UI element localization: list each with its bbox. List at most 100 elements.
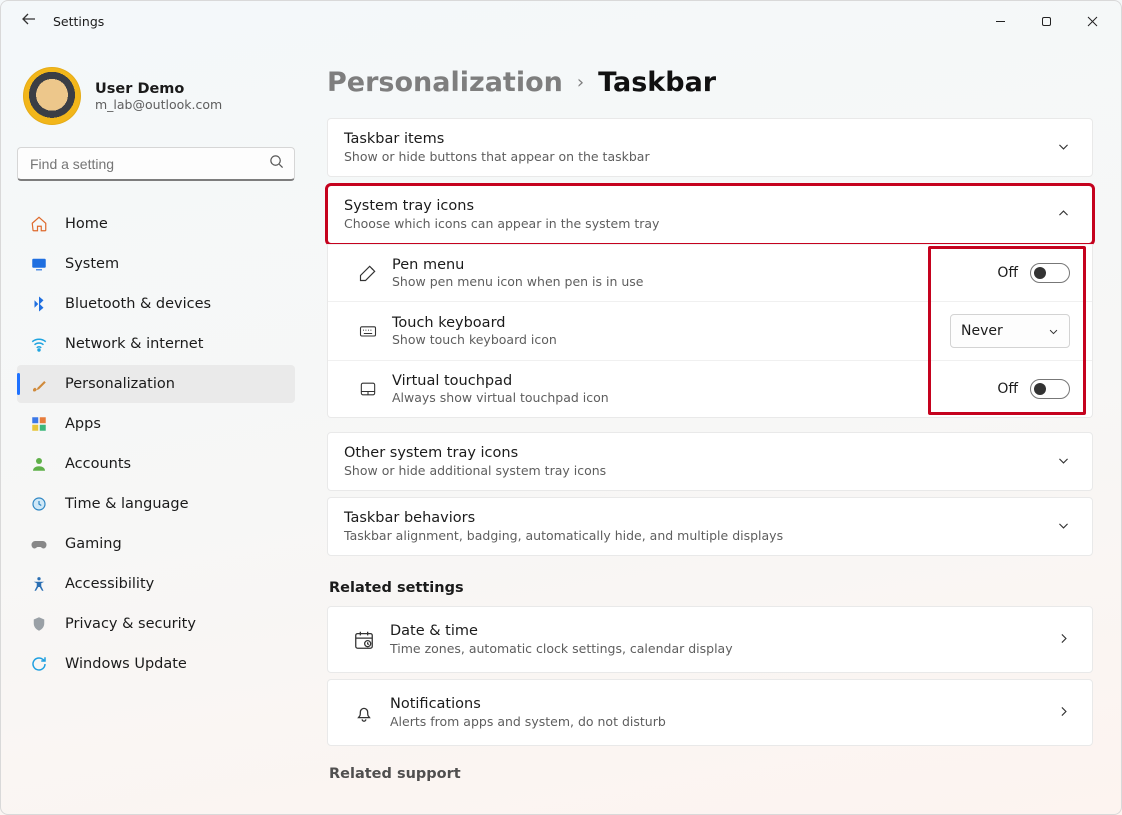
nav-label: Network & internet [65,336,203,352]
page-title: Taskbar [598,67,716,98]
nav-label: Bluetooth & devices [65,296,211,312]
nav-home[interactable]: Home [17,205,295,243]
shield-icon [29,614,49,634]
search-box[interactable] [17,147,295,181]
toggle-state: Off [997,381,1018,397]
nav-label: Time & language [65,496,189,512]
card-sub: Alerts from apps and system, do not dist… [390,714,1057,729]
breadcrumb-parent[interactable]: Personalization [327,67,563,98]
nav-accessibility[interactable]: Accessibility [17,565,295,603]
chevron-up-icon [1057,205,1070,224]
row-sub: Show pen menu icon when pen is in use [392,274,997,289]
back-button[interactable] [15,11,43,31]
update-icon [29,654,49,674]
user-block[interactable]: User Demo m_lab@outlook.com [17,53,295,147]
window-title: Settings [53,14,977,29]
paintbrush-icon [29,374,49,394]
row-title: Touch keyboard [392,315,950,331]
nav-label: Gaming [65,536,122,552]
card-title: Taskbar behaviors [344,510,1057,526]
nav-label: Apps [65,416,101,432]
apps-icon [29,414,49,434]
touch-keyboard-select[interactable]: Never [950,314,1070,348]
toggle-state: Off [997,265,1018,281]
breadcrumb: Personalization › Taskbar [327,51,1093,118]
wifi-icon [29,334,49,354]
card-other-tray-icons[interactable]: Other system tray icons Show or hide add… [327,432,1093,491]
virtual-touchpad-toggle[interactable] [1030,379,1070,399]
card-sub: Choose which icons can appear in the sys… [344,216,1057,231]
card-sub: Show or hide additional system tray icon… [344,463,1057,478]
nav-label: Accounts [65,456,131,472]
content: Personalization › Taskbar Taskbar items … [309,41,1121,814]
card-date-time[interactable]: Date & time Time zones, automatic clock … [327,606,1093,673]
nav-privacy[interactable]: Privacy & security [17,605,295,643]
row-title: Virtual touchpad [392,373,997,389]
nav-label: System [65,256,119,272]
card-title: System tray icons [344,198,1057,214]
card-system-tray-body: Pen menu Show pen menu icon when pen is … [327,244,1093,418]
card-sub: Time zones, automatic clock settings, ca… [390,641,1057,656]
nav-apps[interactable]: Apps [17,405,295,443]
row-sub: Always show virtual touchpad icon [392,390,997,405]
nav-label: Personalization [65,376,175,392]
user-name: User Demo [95,81,222,97]
home-icon [29,214,49,234]
chevron-down-icon [1057,517,1070,536]
gaming-icon [29,534,49,554]
nav-label: Windows Update [65,656,187,672]
nav-label: Privacy & security [65,616,196,632]
card-system-tray-header[interactable]: System tray icons Choose which icons can… [327,185,1093,244]
touchpad-icon [348,379,388,399]
pen-menu-toggle[interactable] [1030,263,1070,283]
system-icon [29,254,49,274]
chevron-right-icon [1057,703,1070,722]
select-value: Never [961,323,1003,339]
search-input[interactable] [28,155,269,173]
avatar [23,67,81,125]
card-sub: Show or hide buttons that appear on the … [344,149,1057,164]
search-icon [269,154,284,173]
card-notifications[interactable]: Notifications Alerts from apps and syste… [327,679,1093,746]
nav-system[interactable]: System [17,245,295,283]
related-settings-label: Related settings [329,580,1093,596]
card-title: Date & time [390,623,1057,639]
window-minimize[interactable] [977,5,1023,37]
row-pen-menu: Pen menu Show pen menu icon when pen is … [328,244,1092,301]
nav: Home System Bluetooth & devices Network … [17,205,295,683]
card-title: Notifications [390,696,1057,712]
chevron-right-icon [1057,630,1070,649]
nav-update[interactable]: Windows Update [17,645,295,683]
nav-gaming[interactable]: Gaming [17,525,295,563]
row-touch-keyboard: Touch keyboard Show touch keyboard icon … [328,301,1092,360]
account-icon [29,454,49,474]
bluetooth-icon [29,294,49,314]
user-email: m_lab@outlook.com [95,97,222,112]
card-sub: Taskbar alignment, badging, automaticall… [344,528,1057,543]
keyboard-icon [348,321,388,341]
row-sub: Show touch keyboard icon [392,332,950,347]
nav-accounts[interactable]: Accounts [17,445,295,483]
window-close[interactable] [1069,5,1115,37]
nav-bluetooth[interactable]: Bluetooth & devices [17,285,295,323]
nav-network[interactable]: Network & internet [17,325,295,363]
card-taskbar-behaviors[interactable]: Taskbar behaviors Taskbar alignment, bad… [327,497,1093,556]
nav-label: Home [65,216,108,232]
nav-label: Accessibility [65,576,154,592]
accessibility-icon [29,574,49,594]
chevron-down-icon [1057,138,1070,157]
pen-icon [348,263,388,283]
related-support-label: Related support [329,766,1093,782]
window-maximize[interactable] [1023,5,1069,37]
card-taskbar-items[interactable]: Taskbar items Show or hide buttons that … [327,118,1093,177]
card-title: Other system tray icons [344,445,1057,461]
row-virtual-touchpad: Virtual touchpad Always show virtual tou… [328,360,1092,417]
nav-personalization[interactable]: Personalization [17,365,295,403]
nav-time[interactable]: Time & language [17,485,295,523]
row-title: Pen menu [392,257,997,273]
clock-icon [29,494,49,514]
card-title: Taskbar items [344,131,1057,147]
titlebar: Settings [1,1,1121,41]
datetime-icon [344,629,384,651]
bell-icon [344,702,384,724]
